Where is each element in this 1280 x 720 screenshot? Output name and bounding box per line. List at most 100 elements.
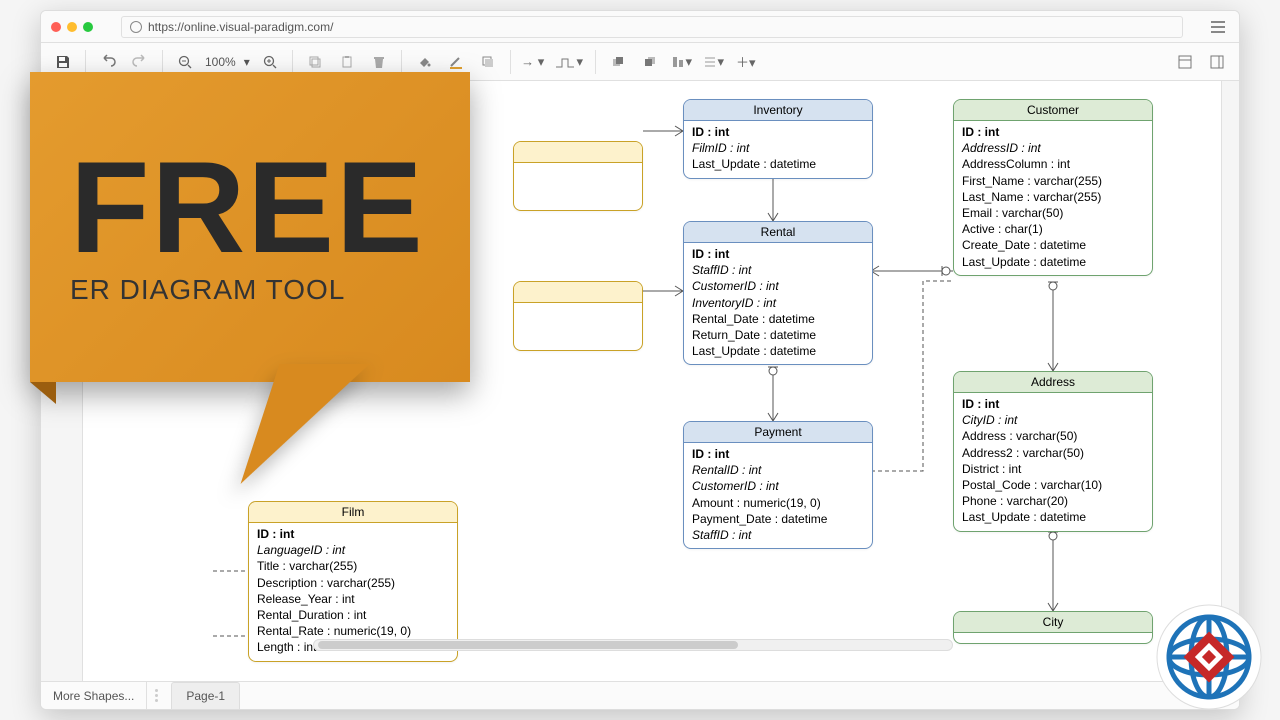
entity-attr: ID : int [962, 124, 1144, 140]
entity-payment[interactable]: Payment ID : intRentalID : intCustomerID… [683, 421, 873, 549]
waypoint-style-icon[interactable]: ▾ [551, 48, 587, 76]
entity-title: City [954, 612, 1152, 633]
entity-attr: CityID : int [962, 412, 1144, 428]
save-icon[interactable] [49, 48, 77, 76]
format-panel-icon[interactable] [1171, 48, 1199, 76]
entity-title: Customer [954, 100, 1152, 121]
entity-attr: Last_Update : datetime [692, 343, 864, 359]
more-shapes-button[interactable]: More Shapes... [41, 682, 147, 709]
entity-attr: RentalID : int [692, 462, 864, 478]
footer-grip-icon [155, 689, 163, 702]
distribute-icon[interactable]: ▾ [700, 48, 728, 76]
shapes-sidebar: Se En [41, 81, 83, 681]
window-controls [51, 22, 93, 32]
entity-attrs: ID : intAddressID : intAddressColumn : i… [954, 121, 1152, 275]
entity-attr: Amount : numeric(19, 0) [692, 495, 864, 511]
shape-search-input[interactable]: Se [41, 89, 62, 103]
page-tab-1[interactable]: Page-1 [171, 682, 240, 709]
entity-attr: InventoryID : int [692, 295, 864, 311]
entity-attr: Create_Date : datetime [962, 237, 1144, 253]
entity-attr: Release_Year : int [257, 591, 449, 607]
entity-attr: AddressID : int [962, 140, 1144, 156]
entity-attr: AddressColumn : int [962, 156, 1144, 172]
url-text: https://online.visual-paradigm.com/ [148, 20, 333, 34]
entity-attrs: ID : intFilmID : intLast_Update : dateti… [684, 121, 872, 178]
entity-title: Inventory [684, 100, 872, 121]
entity-address[interactable]: Address ID : intCityID : intAddress : va… [953, 371, 1153, 532]
add-icon[interactable]: ＋▾ [732, 48, 760, 76]
entity-title: Address [954, 372, 1152, 393]
sidebar-section-entity[interactable]: En [41, 119, 67, 131]
visual-paradigm-logo-icon [1154, 602, 1264, 712]
entity-attr: ID : int [257, 526, 449, 542]
entity-attrs [954, 633, 1152, 643]
canvas[interactable]: Inventory ID : intFilmID : intLast_Updat… [83, 81, 1221, 681]
entity-shape-green[interactable] [51, 165, 73, 179]
align-icon[interactable]: ▾ [668, 48, 696, 76]
entity-attr: Rental_Duration : int [257, 607, 449, 623]
connector-style-icon[interactable]: → ▾ [519, 48, 547, 76]
zoom-level[interactable]: 100% [203, 55, 238, 69]
workspace: Se En [41, 81, 1239, 681]
redo-icon[interactable] [126, 48, 154, 76]
to-front-icon[interactable] [604, 48, 632, 76]
close-window-icon[interactable] [51, 22, 61, 32]
entity-attr: Address2 : varchar(50) [962, 445, 1144, 461]
entity-attr: Last_Update : datetime [962, 254, 1144, 270]
entity-attrs: ID : intCityID : intAddress : varchar(50… [954, 393, 1152, 531]
entity-attr: StaffID : int [692, 527, 864, 543]
browser-menu-icon[interactable] [1211, 21, 1229, 33]
entity-inventory[interactable]: Inventory ID : intFilmID : intLast_Updat… [683, 99, 873, 179]
entity-attr: ID : int [692, 446, 864, 462]
entity-attr: Description : varchar(255) [257, 575, 449, 591]
entity-stub-1[interactable] [513, 141, 643, 211]
entity-attr: Address : varchar(50) [962, 428, 1144, 444]
entity-attr: Title : varchar(255) [257, 558, 449, 574]
entity-attr: Last_Name : varchar(255) [962, 189, 1144, 205]
copy-icon[interactable] [301, 48, 329, 76]
maximize-window-icon[interactable] [83, 22, 93, 32]
entity-attr: Email : varchar(50) [962, 205, 1144, 221]
entity-attr: ID : int [692, 124, 864, 140]
horizontal-scrollbar[interactable] [313, 639, 953, 651]
site-info-icon [130, 21, 142, 33]
outline-panel-icon[interactable] [1203, 48, 1231, 76]
right-rail [1221, 81, 1239, 681]
zoom-in-icon[interactable] [256, 48, 284, 76]
entity-attrs: ID : intStaffID : intCustomerID : intInv… [684, 243, 872, 364]
zoom-out-icon[interactable] [171, 48, 199, 76]
entity-attr: CustomerID : int [692, 278, 864, 294]
entity-attr: LanguageID : int [257, 542, 449, 558]
undo-icon[interactable] [94, 48, 122, 76]
entity-attrs: ID : intRentalID : intCustomerID : intAm… [684, 443, 872, 548]
entity-shape-yellow[interactable] [51, 141, 73, 155]
address-bar[interactable]: https://online.visual-paradigm.com/ [121, 16, 1183, 38]
entity-attr: Return_Date : datetime [692, 327, 864, 343]
entity-stub-2[interactable] [513, 281, 643, 351]
entity-attr: District : int [962, 461, 1144, 477]
entity-attr: Phone : varchar(20) [962, 493, 1144, 509]
entity-attr: Payment_Date : datetime [692, 511, 864, 527]
entity-attr: Rental_Date : datetime [692, 311, 864, 327]
delete-icon[interactable] [365, 48, 393, 76]
entity-attr: ID : int [962, 396, 1144, 412]
entity-customer[interactable]: Customer ID : intAddressID : intAddressC… [953, 99, 1153, 276]
to-back-icon[interactable] [636, 48, 664, 76]
entity-attr: FilmID : int [692, 140, 864, 156]
paste-icon[interactable] [333, 48, 361, 76]
entity-attr: Rental_Rate : numeric(19, 0) [257, 623, 449, 639]
zoom-dropdown-icon[interactable]: ▾ [242, 55, 252, 69]
entity-title: Film [249, 502, 457, 523]
entity-city[interactable]: City [953, 611, 1153, 644]
line-color-icon[interactable] [442, 48, 470, 76]
entity-title: Rental [684, 222, 872, 243]
entity-film[interactable]: Film ID : intLanguageID : intTitle : var… [248, 501, 458, 662]
app-window: https://online.visual-paradigm.com/ 100%… [40, 10, 1240, 710]
entity-attr: Active : char(1) [962, 221, 1144, 237]
footer: More Shapes... Page-1 [41, 681, 1239, 709]
entity-rental[interactable]: Rental ID : intStaffID : intCustomerID :… [683, 221, 873, 365]
entity-attr: CustomerID : int [692, 478, 864, 494]
shadow-icon[interactable] [474, 48, 502, 76]
minimize-window-icon[interactable] [67, 22, 77, 32]
fill-color-icon[interactable] [410, 48, 438, 76]
